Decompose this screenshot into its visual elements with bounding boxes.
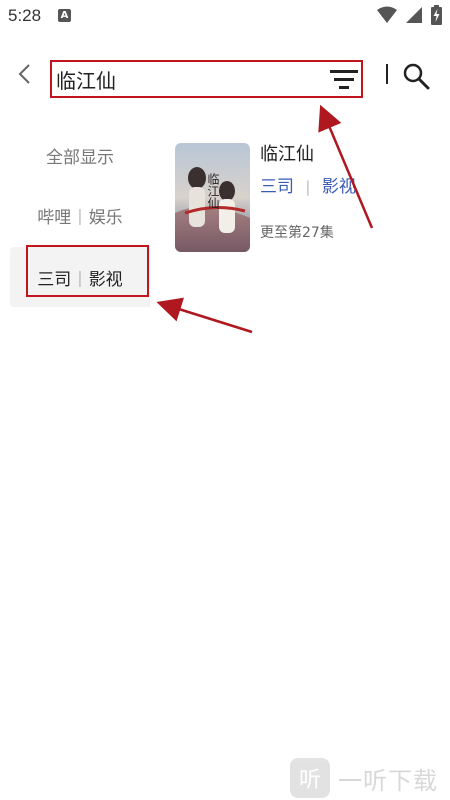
category-bilibili-name: 哔哩 — [37, 207, 72, 228]
search-input[interactable]: 临江仙 — [50, 60, 363, 98]
annotation-arrow-search — [318, 104, 374, 229]
search-input-value: 临江仙 — [56, 69, 116, 93]
category-bilibili-type: 娱乐 — [88, 207, 123, 228]
watermark-text: 一听下载 — [338, 766, 438, 795]
result-title[interactable]: 临江仙 — [260, 140, 314, 166]
filter-icon[interactable] — [330, 68, 358, 92]
category-separator: | — [77, 205, 83, 225]
annotation-highlight-box — [26, 245, 149, 297]
status-bar: 5:28 A — [0, 0, 450, 32]
category-all-label: 全部显示 — [46, 147, 114, 168]
category-bilibili[interactable]: 哔哩 | 娱乐 — [0, 185, 160, 245]
notification-a-icon: A — [58, 9, 71, 22]
result-poster[interactable]: 临江仙 — [175, 143, 250, 252]
poster-title-text: 临江仙 — [206, 173, 220, 209]
result-update-status: 更至第27集 — [260, 225, 334, 241]
battery-charging-icon — [431, 5, 442, 25]
back-icon[interactable] — [14, 62, 38, 86]
header-divider — [386, 64, 388, 84]
status-icons — [377, 5, 442, 25]
result-source-type: 影视 — [321, 177, 356, 197]
status-time: 5:28 — [8, 6, 42, 25]
category-all[interactable]: 全部显示 — [0, 125, 160, 185]
result-source[interactable]: 三司 | 影视 — [260, 172, 356, 197]
search-icon[interactable] — [402, 62, 430, 90]
annotation-arrows — [156, 104, 374, 334]
search-header: 临江仙 — [0, 52, 450, 100]
wifi-icon — [377, 6, 397, 23]
result-source-separator: | — [305, 178, 311, 196]
watermark-logo: 听 — [290, 758, 330, 798]
watermark: 听 一听下载 — [290, 756, 438, 800]
result-source-name: 三司 — [260, 177, 294, 197]
signal-icon — [406, 7, 422, 23]
annotation-arrow-category — [156, 297, 253, 334]
